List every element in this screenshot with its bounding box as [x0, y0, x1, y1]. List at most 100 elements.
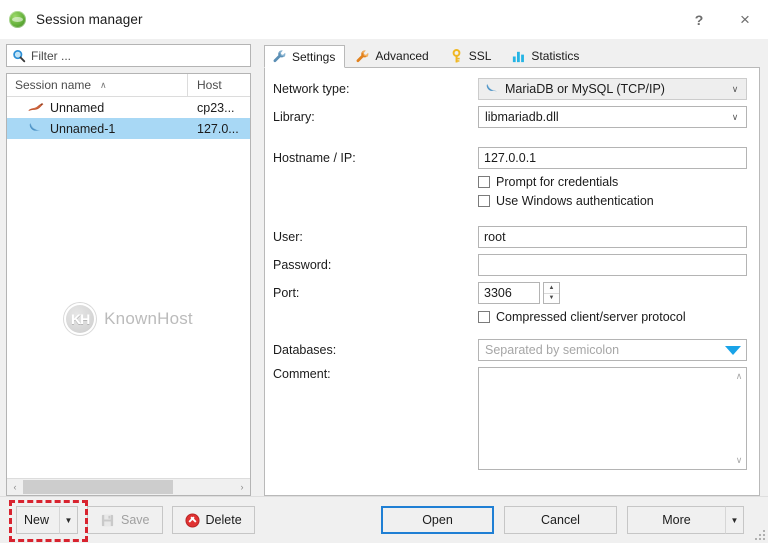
more-button[interactable]: More ▼ [627, 506, 744, 534]
save-button[interactable]: Save [87, 506, 163, 534]
prompt-credentials-checkbox[interactable] [478, 176, 490, 188]
hostname-input[interactable] [478, 147, 747, 169]
table-row[interactable]: Unnamed cp23... [7, 97, 250, 118]
list-header: Session name ∧ Host [7, 74, 250, 97]
save-button-label: Save [121, 513, 150, 527]
footer-left-buttons: New ▼ Save De [16, 506, 255, 534]
comment-scrollbar[interactable]: ∧ ∨ [732, 368, 746, 469]
session-host-cell: 127.0... [188, 122, 250, 136]
footer-button-bar: New ▼ Save De [0, 496, 768, 543]
more-button-dropdown-arrow-icon[interactable]: ▼ [725, 506, 744, 534]
comment-label: Comment: [273, 367, 478, 381]
dropdown-triangle-icon[interactable] [725, 346, 741, 355]
mysql-dolphin-icon [28, 122, 44, 135]
session-list[interactable]: Session name ∧ Host [6, 73, 251, 496]
tab-ssl[interactable]: SSL [441, 45, 502, 67]
filter-box[interactable] [6, 44, 251, 67]
tab-settings-label: Settings [292, 50, 335, 64]
compressed-protocol-row[interactable]: Compressed client/server protocol [478, 310, 747, 324]
knownhost-watermark: KH KnownHost [7, 303, 250, 335]
chevron-down-icon[interactable]: ∨ [724, 84, 746, 95]
column-header-host[interactable]: Host [188, 74, 250, 96]
network-type-select[interactable]: MariaDB or MySQL (TCP/IP) ∨ [478, 78, 747, 100]
table-row[interactable]: Unnamed-1 127.0... [7, 118, 250, 139]
chevron-down-icon[interactable]: ∨ [724, 112, 746, 123]
scrollbar-thumb[interactable] [23, 480, 173, 494]
cancel-button[interactable]: Cancel [504, 506, 617, 534]
comment-scroll-down-icon[interactable]: ∨ [736, 455, 743, 466]
databases-row: Databases: Separated by semicolon [273, 339, 747, 361]
comment-box[interactable]: ∧ ∨ [478, 367, 747, 470]
user-row: User: [273, 226, 747, 248]
bar-chart-icon [511, 49, 526, 64]
session-host-cell: cp23... [188, 101, 250, 115]
prompt-credentials-row[interactable]: Prompt for credentials [478, 175, 747, 189]
hostname-row: Hostname / IP: [273, 147, 747, 169]
scroll-left-arrow-icon[interactable]: ‹ [7, 479, 23, 495]
session-name-label: Unnamed-1 [50, 122, 115, 136]
panel-splitter[interactable] [257, 39, 264, 496]
password-input[interactable] [478, 254, 747, 276]
tab-statistics[interactable]: Statistics [503, 45, 589, 67]
library-value: libmariadb.dll [485, 110, 559, 124]
filter-input[interactable] [31, 49, 245, 63]
cancel-button-label: Cancel [541, 513, 580, 527]
window-title: Session manager [36, 12, 143, 27]
scrollbar-track[interactable] [23, 479, 234, 495]
tab-advanced-label: Advanced [375, 49, 428, 63]
more-button-main[interactable]: More [627, 506, 725, 534]
open-button[interactable]: Open [381, 506, 494, 534]
close-button[interactable]: × [722, 0, 768, 39]
comment-textarea[interactable] [479, 368, 732, 469]
user-input[interactable] [478, 226, 747, 248]
new-button-dropdown-arrow-icon[interactable]: ▼ [59, 506, 78, 534]
port-stepper[interactable]: ▲ ▼ [478, 282, 560, 304]
new-button-main[interactable]: New [16, 506, 59, 534]
comment-scroll-up-icon[interactable]: ∧ [736, 371, 743, 382]
mariadb-seal-icon [28, 101, 44, 114]
list-rows: Unnamed cp23... Unnamed-1 127.0... [7, 97, 250, 478]
new-button-label: New [24, 513, 49, 527]
tab-strip: Settings Advanced SS [264, 44, 760, 68]
tab-ssl-label: SSL [469, 49, 492, 63]
blue-wrench-icon [272, 49, 287, 64]
save-disk-icon [100, 513, 115, 528]
port-input[interactable] [478, 282, 540, 304]
databases-select[interactable]: Separated by semicolon [478, 339, 747, 361]
session-manager-window: Session manager ? × Session name [0, 0, 768, 543]
help-button[interactable]: ? [676, 0, 722, 39]
more-button-label: More [662, 513, 690, 527]
tab-settings[interactable]: Settings [264, 45, 345, 68]
databases-label: Databases: [273, 343, 478, 357]
prompt-credentials-label: Prompt for credentials [496, 175, 618, 189]
open-button-label: Open [422, 513, 453, 527]
password-label: Password: [273, 258, 478, 272]
windows-auth-row[interactable]: Use Windows authentication [478, 194, 747, 208]
column-header-session-name[interactable]: Session name ∧ [7, 74, 188, 96]
windows-auth-checkbox[interactable] [478, 195, 490, 207]
compressed-protocol-checkbox[interactable] [478, 311, 490, 323]
port-decrement-icon[interactable]: ▼ [544, 294, 559, 304]
delete-button[interactable]: Delete [172, 506, 255, 534]
sort-ascending-icon: ∧ [100, 80, 107, 91]
knownhost-logo-text: KH [71, 311, 89, 327]
column-header-session-name-label: Session name [15, 78, 91, 92]
library-select[interactable]: libmariadb.dll ∨ [478, 106, 747, 128]
settings-panel: Settings Advanced SS [264, 39, 768, 496]
scroll-right-arrow-icon[interactable]: › [234, 479, 250, 495]
tab-advanced[interactable]: Advanced [347, 45, 438, 67]
resize-grip[interactable] [753, 528, 765, 540]
network-type-value: MariaDB or MySQL (TCP/IP) [505, 82, 665, 96]
list-horizontal-scrollbar[interactable]: ‹ › [7, 478, 250, 495]
comment-row: Comment: ∧ ∨ [273, 367, 747, 470]
library-label: Library: [273, 110, 478, 124]
port-increment-icon[interactable]: ▲ [544, 283, 559, 294]
new-session-button[interactable]: New ▼ [16, 506, 78, 534]
window-controls: ? × [676, 0, 768, 39]
hostname-label: Hostname / IP: [273, 151, 478, 165]
port-spin-buttons[interactable]: ▲ ▼ [543, 282, 560, 304]
orange-wrench-icon [355, 49, 370, 64]
knownhost-logo-icon: KH [64, 303, 96, 335]
password-row: Password: [273, 254, 747, 276]
tab-statistics-label: Statistics [531, 49, 579, 63]
